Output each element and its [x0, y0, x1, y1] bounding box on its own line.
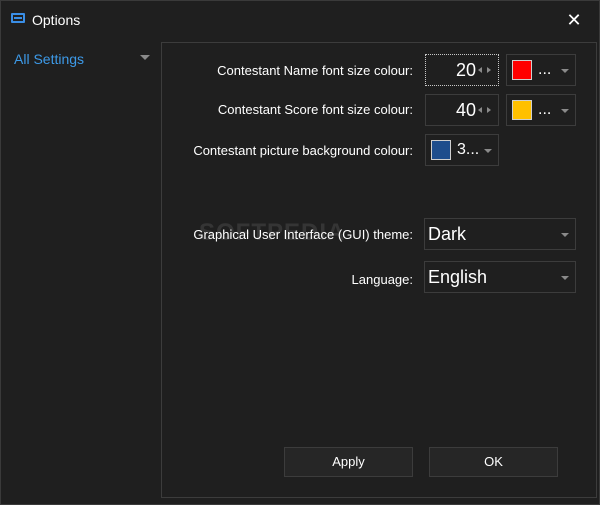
theme-value: Dark [428, 224, 467, 244]
title-bar: Options ✕ [1, 1, 599, 39]
apply-button[interactable]: Apply [284, 447, 413, 477]
language-label: Language: [351, 272, 413, 287]
name-font-label: Contestant Name font size colour: [217, 63, 413, 78]
window-title: Options [32, 12, 81, 28]
arrow-right-icon[interactable] [487, 67, 491, 73]
name-colour-picker[interactable]: ... [506, 54, 576, 86]
spinner-arrows-icon[interactable] [478, 106, 494, 116]
score-colour-text: ... [538, 101, 552, 118]
close-button[interactable]: ✕ [561, 7, 587, 33]
name-colour-swatch [512, 60, 532, 80]
sidebar-item-all-settings[interactable]: All Settings [1, 39, 161, 77]
name-font-size-spinner[interactable]: 20 [425, 54, 499, 86]
spinner-arrows-icon[interactable] [478, 66, 494, 76]
chevron-down-icon[interactable] [140, 55, 150, 60]
language-value: English [428, 267, 488, 287]
picture-bg-colour-swatch [431, 140, 451, 160]
name-colour-text: ... [538, 61, 552, 78]
theme-label: Graphical User Interface (GUI) theme: [193, 227, 413, 242]
score-font-size-spinner[interactable]: 40 [425, 94, 499, 126]
sidebar: All Settings [1, 39, 161, 504]
arrow-left-icon[interactable] [478, 67, 482, 73]
arrow-right-icon[interactable] [487, 107, 491, 113]
name-font-size-value: 20 [455, 60, 476, 80]
chevron-down-icon[interactable] [561, 276, 569, 280]
sidebar-item-label: All Settings [14, 51, 85, 67]
picture-bg-colour-text: 3... [457, 141, 480, 158]
app-icon [11, 13, 25, 23]
picture-bg-label: Contestant picture background colour: [193, 143, 413, 158]
score-font-label: Contestant Score font size colour: [217, 102, 413, 117]
score-colour-picker[interactable]: ... [506, 94, 576, 126]
chevron-down-icon[interactable] [561, 109, 569, 113]
options-window: Options ✕ All Settings Contestant Name f… [0, 0, 600, 505]
score-colour-swatch [512, 100, 532, 120]
chevron-down-icon[interactable] [561, 233, 569, 237]
theme-select[interactable]: Dark [424, 218, 576, 250]
chevron-down-icon[interactable] [484, 149, 492, 153]
language-select[interactable]: English [424, 261, 576, 293]
picture-bg-colour-picker[interactable]: 3... [425, 134, 499, 166]
score-font-size-value: 40 [455, 100, 476, 120]
chevron-down-icon[interactable] [561, 69, 569, 73]
arrow-left-icon[interactable] [478, 107, 482, 113]
ok-button[interactable]: OK [429, 447, 558, 477]
